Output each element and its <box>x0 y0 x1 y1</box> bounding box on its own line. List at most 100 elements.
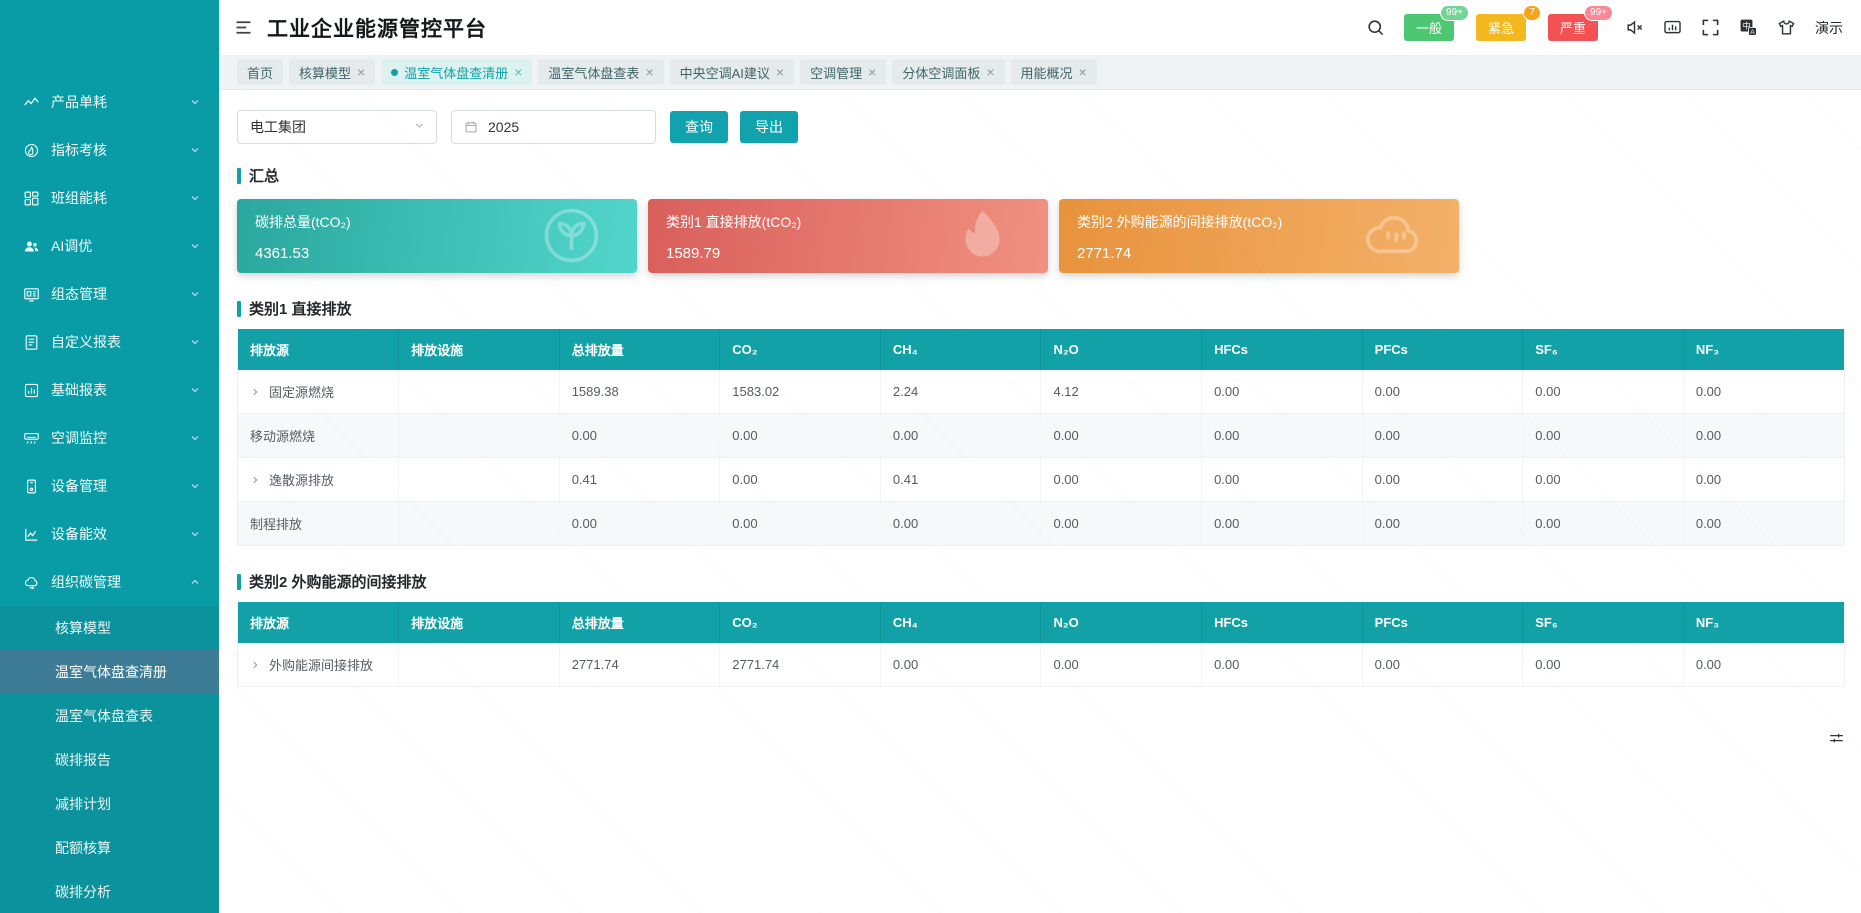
tab-用能概况[interactable]: 用能概况× <box>1011 59 1097 85</box>
value-cell: 0.00 <box>1202 502 1363 546</box>
sidebar-item-report[interactable]: 基础报表 <box>0 366 219 414</box>
demo-button[interactable]: 演示 <box>1815 18 1843 38</box>
screencast-icon[interactable] <box>1663 18 1682 37</box>
value-cell: 0.00 <box>1362 414 1523 458</box>
tab-首页[interactable]: 首页 <box>237 59 283 85</box>
trend-icon <box>23 94 40 111</box>
sidebar-subitem[interactable]: 温室气体盘查清册 <box>0 650 219 694</box>
topbar: 工业企业能源管控平台 一般99+紧急7严重99+ 中A 演示 <box>219 0 1861 55</box>
year-input[interactable] <box>486 118 643 136</box>
sidebar-subitem-label: 温室气体盘查清册 <box>55 662 167 682</box>
value-cell: 2.24 <box>880 370 1041 414</box>
value-cell: 0.00 <box>559 414 720 458</box>
tab-close-icon[interactable]: × <box>776 65 784 79</box>
value-cell: 0.00 <box>880 414 1041 458</box>
tab-close-icon[interactable]: × <box>986 65 994 79</box>
value-cell: 0.00 <box>1683 414 1844 458</box>
sidebar-item-label: 自定义报表 <box>51 332 189 352</box>
tab-中央空调AI建议[interactable]: 中央空调AI建议× <box>670 59 794 85</box>
menu-toggle-icon[interactable] <box>233 17 254 38</box>
column-header: N₂O <box>1041 602 1202 643</box>
tab-核算模型[interactable]: 核算模型× <box>289 59 375 85</box>
sidebar-item-label: 指标考核 <box>51 140 189 160</box>
sidebar-subitem-label: 碳排报告 <box>55 750 111 770</box>
chevron-down-icon <box>189 384 201 396</box>
sidebar-subitem-label: 减排计划 <box>55 794 111 814</box>
value-cell: 4.12 <box>1041 370 1202 414</box>
tab-close-icon[interactable]: × <box>868 65 876 79</box>
value-cell: 0.00 <box>1683 502 1844 546</box>
fullscreen-icon[interactable] <box>1701 18 1720 37</box>
column-settings-icon[interactable] <box>1828 730 1845 752</box>
alert-chip[interactable]: 严重99+ <box>1548 14 1598 41</box>
sidebar-item-document[interactable]: 自定义报表 <box>0 318 219 366</box>
value-cell: 0.00 <box>880 502 1041 546</box>
column-header: 排放源 <box>238 602 399 643</box>
sidebar-item-label: 基础报表 <box>51 380 189 400</box>
value-cell: 2771.74 <box>720 643 881 686</box>
sidebar-item-ac[interactable]: 空调监控 <box>0 414 219 462</box>
tshirt-icon[interactable] <box>1777 18 1796 37</box>
query-button[interactable]: 查询 <box>670 111 728 143</box>
sidebar-subitem[interactable]: 碳排分析 <box>0 870 219 913</box>
tab-close-icon[interactable]: × <box>514 65 522 79</box>
expand-caret-icon[interactable] <box>250 660 260 670</box>
column-header: CH₄ <box>880 602 1041 643</box>
tab-close-icon[interactable]: × <box>357 65 365 79</box>
value-cell: 0.00 <box>559 502 720 546</box>
alert-chip[interactable]: 一般99+ <box>1404 14 1454 41</box>
expand-caret-icon[interactable] <box>250 387 260 397</box>
search-icon[interactable] <box>1366 18 1385 37</box>
sidebar-subitem[interactable]: 碳排报告 <box>0 738 219 782</box>
sidebar-item-target[interactable]: 指标考核 <box>0 126 219 174</box>
facility-cell <box>399 502 560 546</box>
chevron-down-icon <box>189 432 201 444</box>
sidebar-item-label: 设备管理 <box>51 476 189 496</box>
tab-close-icon[interactable]: × <box>1079 65 1087 79</box>
section-bar <box>237 301 241 317</box>
sidebar-item-efficiency[interactable]: 设备能效 <box>0 510 219 558</box>
column-header: HFCs <box>1202 329 1363 370</box>
alert-chip[interactable]: 紧急7 <box>1476 14 1526 41</box>
tab-温室气体盘查表[interactable]: 温室气体盘查表× <box>538 59 663 85</box>
sidebar-item-users[interactable]: AI调优 <box>0 222 219 270</box>
sidebar-submenu: 核算模型温室气体盘查清册温室气体盘查表碳排报告减排计划配额核算碳排分析 <box>0 606 219 913</box>
summary-section-head: 汇总 <box>237 165 1845 186</box>
section-bar <box>237 168 241 184</box>
sidebar-item-device[interactable]: 设备管理 <box>0 462 219 510</box>
sidebar-item-trend[interactable]: 产品单耗 <box>0 78 219 126</box>
sidebar-subitem[interactable]: 温室气体盘查表 <box>0 694 219 738</box>
company-select[interactable]: 电工集团 <box>237 110 437 144</box>
tab-温室气体盘查清册[interactable]: 温室气体盘查清册× <box>381 59 532 85</box>
column-header: N₂O <box>1041 329 1202 370</box>
emission-source-cell: 移动源燃烧 <box>250 426 386 445</box>
tab-空调管理[interactable]: 空调管理× <box>800 59 886 85</box>
tab-分体空调面板[interactable]: 分体空调面板× <box>892 59 1004 85</box>
value-cell: 0.00 <box>1041 414 1202 458</box>
speaker-mute-icon[interactable] <box>1625 18 1644 37</box>
sidebar-subitem[interactable]: 减排计划 <box>0 782 219 826</box>
expand-caret-icon[interactable] <box>250 475 260 485</box>
translate-icon[interactable]: 中A <box>1739 18 1758 37</box>
column-header: 排放源 <box>238 329 399 370</box>
sidebar-subitem[interactable]: 核算模型 <box>0 606 219 650</box>
table-row: 外购能源间接排放2771.742771.740.000.000.000.000.… <box>238 643 1844 686</box>
grid-icon <box>23 190 40 207</box>
sidebar-item-grid[interactable]: 班组能耗 <box>0 174 219 222</box>
table-row: 移动源燃烧0.000.000.000.000.000.000.000.00 <box>238 414 1844 458</box>
value-cell: 0.00 <box>1041 643 1202 686</box>
sidebar-item-dashboard[interactable]: 组态管理 <box>0 270 219 318</box>
tab-close-icon[interactable]: × <box>645 65 653 79</box>
tab-label: 首页 <box>247 63 273 82</box>
emission-source-cell: 外购能源间接排放 <box>250 655 386 674</box>
target-icon <box>23 142 40 159</box>
users-icon <box>23 238 40 255</box>
sidebar-subitem-label: 核算模型 <box>55 618 111 638</box>
active-tab-dot <box>391 69 398 76</box>
value-cell: 0.00 <box>1362 370 1523 414</box>
export-button[interactable]: 导出 <box>740 111 798 143</box>
sidebar-subitem[interactable]: 配额核算 <box>0 826 219 870</box>
sidebar-item-carbon[interactable]: 组织碳管理 <box>0 558 219 606</box>
chevron-down-icon <box>189 192 201 204</box>
content: 电工集团 查询 导出 汇总 碳排总量(tCO₂)4361.53类别1 直接排放(… <box>219 90 1861 913</box>
